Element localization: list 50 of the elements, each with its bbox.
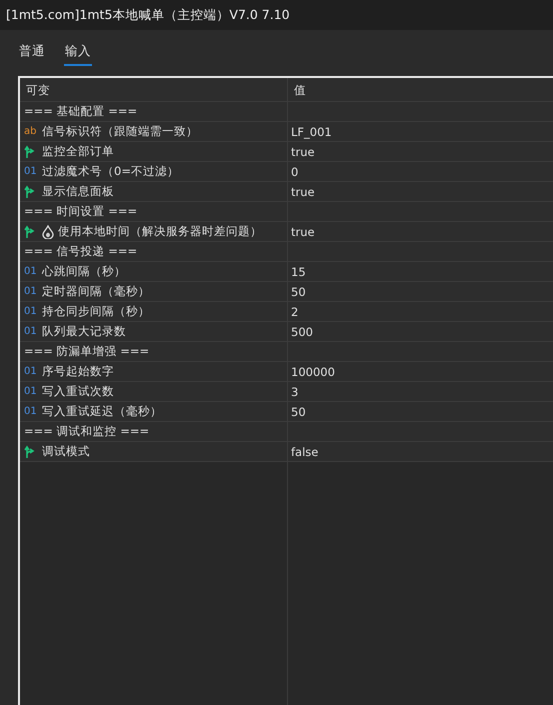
parameter-value[interactable]: true	[291, 224, 315, 238]
parameter-value[interactable]: 500	[291, 324, 313, 338]
parameter-name: 定时器间隔（毫秒）	[42, 284, 150, 299]
parameter-value[interactable]: 100000	[291, 364, 335, 378]
parameter-value[interactable]: 50	[291, 404, 306, 418]
parameter-name: 心跳间隔（秒）	[42, 264, 126, 279]
drop-icon	[42, 224, 54, 238]
column-header[interactable]: 可变	[20, 78, 288, 101]
parameter-name: 过滤魔术号（0=不过滤）	[42, 164, 179, 179]
parameter-name: 写入重试次数	[42, 384, 114, 399]
integer-type-icon: 01	[24, 406, 38, 417]
parameter-name: 调试模式	[42, 444, 90, 459]
parameter-value[interactable]: 0	[291, 164, 298, 178]
branch-arrow-icon	[24, 225, 36, 238]
parameter-name: 写入重试延迟（毫秒）	[42, 404, 162, 419]
column-header[interactable]: 值	[288, 78, 553, 101]
branch-arrow-icon	[24, 185, 36, 198]
section-label: === 防漏单增强 ===	[24, 344, 150, 359]
integer-type-icon: 01	[24, 386, 38, 397]
integer-type-icon: 01	[24, 266, 38, 277]
parameter-value[interactable]: LF_001	[291, 124, 332, 138]
integer-type-icon: 01	[24, 286, 38, 297]
parameter-value[interactable]: 3	[291, 384, 298, 398]
parameter-value[interactable]: false	[291, 444, 318, 458]
parameter-name: 队列最大记录数	[42, 324, 126, 339]
integer-type-icon: 01	[24, 306, 38, 317]
branch-arrow-icon	[24, 445, 36, 458]
integer-type-icon: 01	[24, 166, 38, 177]
parameter-name: 序号起始数字	[42, 364, 114, 379]
parameter-value[interactable]: 2	[291, 304, 298, 318]
integer-type-icon: 01	[24, 366, 38, 377]
parameter-value[interactable]: true	[291, 184, 315, 198]
section-label: === 调试和监控 ===	[24, 424, 150, 439]
section-label: === 时间设置 ===	[24, 204, 138, 219]
parameter-name: 显示信息面板	[42, 184, 114, 199]
parameter-value[interactable]: true	[291, 144, 315, 158]
section-label: === 信号投递 ===	[24, 244, 138, 259]
parameter-name: 使用本地时间（解决服务器时差问题）	[58, 224, 262, 239]
tab[interactable]: 输入	[64, 30, 92, 66]
tab[interactable]: 普通	[18, 30, 46, 66]
parameter-name: 持仓同步间隔（秒）	[42, 304, 150, 319]
parameter-name: 信号标识符（跟随端需一致）	[42, 124, 198, 139]
section-label: === 基础配置 ===	[24, 104, 138, 119]
window-title: [1mt5.com]1mt5本地喊单（主控端）V7.0 7.10	[6, 6, 290, 24]
branch-arrow-icon	[24, 145, 36, 158]
integer-type-icon: 01	[24, 326, 38, 337]
parameter-name: 监控全部订单	[42, 144, 114, 159]
parameter-value[interactable]: 15	[291, 264, 306, 278]
string-type-icon: ab	[24, 126, 38, 137]
parameter-value[interactable]: 50	[291, 284, 306, 298]
